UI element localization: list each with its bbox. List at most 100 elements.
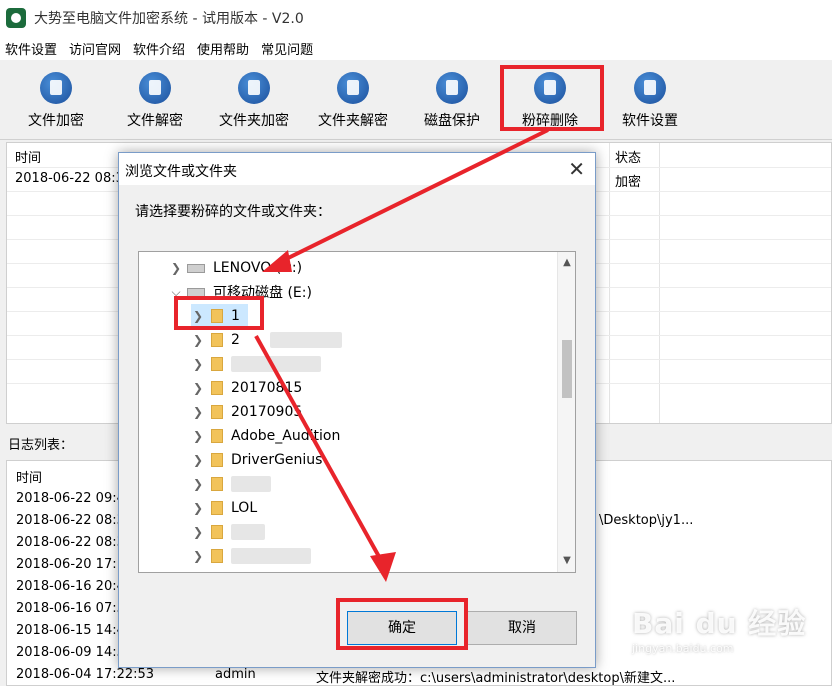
menu-bar: 软件设置 访问官网 软件介绍 使用帮助 常见问题 [0, 36, 832, 60]
tree-scrollbar[interactable]: ▲ ▼ [557, 252, 575, 572]
folder-icon [211, 381, 223, 395]
folder-unlock-icon [337, 72, 369, 104]
file-lock-icon [40, 72, 72, 104]
menu-software-intro[interactable]: 软件介绍 [128, 39, 192, 58]
blurred-label [231, 524, 265, 540]
folder-icon [211, 477, 223, 491]
tree-item-folder[interactable]: ❯ [191, 472, 271, 496]
menu-faq[interactable]: 常见问题 [256, 39, 320, 58]
blurred-label [231, 548, 311, 564]
tree-item-label: 20170905 [231, 404, 303, 420]
tree-item-folder[interactable]: ❯ DriverGenius [191, 448, 323, 472]
shred-highlight-box [500, 65, 604, 131]
file-unlock-icon [139, 72, 171, 104]
folder-icon [211, 405, 223, 419]
title-bar: 大势至电脑文件加密系统 - 试用版本 - V2.0 [0, 0, 832, 36]
baidu-watermark: Bai du 经验 jingyan.baidu.com [632, 602, 822, 666]
disk-shield-icon [436, 72, 468, 104]
disk-protect-button[interactable]: 磁盘保护 [407, 72, 497, 130]
folder-icon [211, 549, 223, 563]
scroll-down-icon[interactable]: ▼ [558, 552, 575, 570]
window-title: 大势至电脑文件加密系统 - 试用版本 - V2.0 [34, 11, 304, 27]
log-row[interactable]: 2018-06-22 08:3 [16, 513, 125, 528]
chevron-right-icon[interactable]: ❯ [169, 261, 183, 275]
folder-decrypt-button[interactable]: 文件夹解密 [308, 72, 398, 130]
browse-dialog: 浏览文件或文件夹 ✕ 请选择要粉碎的文件或文件夹： ❯ LENOVO (D:) … [118, 152, 596, 668]
chevron-right-icon[interactable]: ❯ [191, 381, 205, 395]
tree-item-folder[interactable]: ❯ LOL [191, 496, 257, 520]
log-row-user[interactable]: admin [215, 667, 256, 682]
chevron-right-icon[interactable]: ❯ [191, 477, 205, 491]
log-row[interactable]: 2018-06-22 08:3 [16, 535, 125, 550]
folder-highlight-box [174, 296, 264, 330]
chevron-right-icon[interactable]: ❯ [191, 501, 205, 515]
log-row[interactable]: 2018-06-16 07:5 [16, 601, 125, 616]
scroll-thumb[interactable] [562, 340, 572, 398]
scroll-up-icon[interactable]: ▲ [558, 254, 575, 272]
tree-item-label: LOL [231, 500, 258, 516]
blurred-label [231, 476, 271, 492]
ok-highlight-box [336, 598, 468, 650]
chevron-right-icon[interactable]: ❯ [191, 549, 205, 563]
chevron-right-icon[interactable]: ❯ [191, 525, 205, 539]
tree-item-folder[interactable]: ❯ 2 [191, 328, 342, 352]
log-row-message[interactable]: 文件夹解密成功：c:\users\administrator\desktop\新… [316, 667, 675, 686]
blurred-label [269, 332, 342, 348]
app-icon [6, 8, 26, 28]
log-list-label: 日志列表： [8, 438, 74, 453]
tree-item-label: LENOVO (D:) [213, 260, 303, 276]
log-row[interactable]: 2018-06-09 14:5 [16, 645, 125, 660]
blurred-label [231, 356, 321, 372]
tree-item-label: 20170815 [231, 380, 303, 396]
menu-software-settings[interactable]: 软件设置 [0, 39, 64, 58]
watermark-brand: Bai du 经验 [632, 607, 807, 640]
chevron-right-icon[interactable]: ❯ [191, 357, 205, 371]
tree-item-label: DriverGenius [231, 452, 323, 468]
dialog-title-bar: 浏览文件或文件夹 ✕ [119, 153, 595, 185]
chevron-right-icon[interactable]: ❯ [191, 453, 205, 467]
tree-item-folder[interactable]: ❯ 20170905 [191, 400, 302, 424]
file-decrypt-button[interactable]: 文件解密 [110, 72, 200, 130]
table-row-time[interactable]: 2018-06-22 08:3 [15, 171, 124, 186]
chevron-right-icon[interactable]: ❯ [191, 333, 205, 347]
cancel-button[interactable]: 取消 [467, 611, 577, 645]
toolbar: 文件加密 文件解密 文件夹加密 文件夹解密 磁盘保护 粉碎删除 软件设置 [0, 60, 832, 140]
tree-item-folder[interactable]: ❯ [191, 520, 265, 544]
log-row[interactable]: 2018-06-16 20:4 [16, 579, 125, 594]
drive-icon [187, 263, 205, 273]
log-row-path[interactable]: \Desktop\jy1... [599, 513, 693, 528]
chevron-right-icon[interactable]: ❯ [191, 405, 205, 419]
table-row-status[interactable]: 加密 [615, 171, 641, 190]
tree-item-folder[interactable]: ❯ [191, 544, 311, 568]
log-row[interactable]: 2018-06-15 14:4 [16, 623, 125, 638]
folder-icon [211, 429, 223, 443]
tree-item-folder[interactable]: ❯ 20170815 [191, 376, 302, 400]
menu-help[interactable]: 使用帮助 [192, 39, 256, 58]
file-encrypt-button[interactable]: 文件加密 [11, 72, 101, 130]
log-row[interactable]: 2018-06-20 17: [16, 557, 117, 572]
column-header-status[interactable]: 状态 [615, 147, 641, 166]
folder-icon [211, 501, 223, 515]
folder-icon [211, 333, 223, 347]
log-header-time[interactable]: 时间 [16, 467, 42, 486]
menu-visit-website[interactable]: 访问官网 [64, 39, 128, 58]
toolbar-settings-button[interactable]: 软件设置 [605, 72, 695, 130]
tree-item-label: Adobe_Audition [231, 428, 341, 444]
watermark-url: jingyan.baidu.com [632, 642, 734, 655]
chevron-right-icon[interactable]: ❯ [191, 429, 205, 443]
log-row[interactable]: 2018-06-22 09:4 [16, 491, 125, 506]
log-row[interactable]: 2018-06-04 17:22:53 [16, 667, 154, 682]
tree-item-folder[interactable]: ❯ [191, 352, 321, 376]
folder-icon [211, 357, 223, 371]
tree-item-drive-d[interactable]: ❯ LENOVO (D:) [169, 256, 302, 280]
gear-icon [634, 72, 666, 104]
folder-icon [211, 525, 223, 539]
folder-icon [211, 453, 223, 467]
folder-lock-icon [238, 72, 270, 104]
dialog-prompt: 请选择要粉碎的文件或文件夹： [135, 204, 331, 220]
column-header-time[interactable]: 时间 [15, 147, 41, 166]
folder-encrypt-button[interactable]: 文件夹加密 [209, 72, 299, 130]
tree-item-label: 2 [231, 332, 240, 348]
tree-item-folder[interactable]: ❯ Adobe_Audition [191, 424, 340, 448]
close-icon[interactable]: ✕ [568, 157, 585, 181]
